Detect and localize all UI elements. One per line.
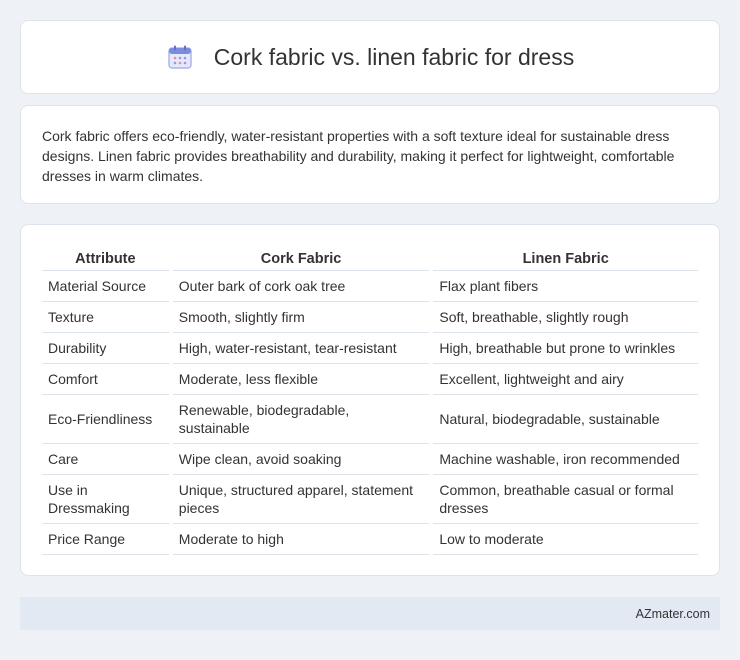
attribute-cell: Price Range <box>42 524 169 555</box>
footer: AZmater.com <box>20 597 720 630</box>
table-row: Care Wipe clean, avoid soaking Machine w… <box>42 444 698 475</box>
comparison-card: Attribute Cork Fabric Linen Fabric Mater… <box>20 224 720 576</box>
table-row: Eco-Friendliness Renewable, biodegradabl… <box>42 395 698 444</box>
linen-cell: Soft, breathable, slightly rough <box>433 302 698 333</box>
table-row: Use in Dressmaking Unique, structured ap… <box>42 475 698 524</box>
calendar-icon <box>166 43 194 71</box>
cork-cell: Outer bark of cork oak tree <box>172 271 430 302</box>
linen-cell: Flax plant fibers <box>433 271 698 302</box>
header-cork-fabric: Cork Fabric <box>172 245 430 271</box>
title-wrap: Cork fabric vs. linen fabric for dress <box>166 43 574 71</box>
attribute-cell: Texture <box>42 302 169 333</box>
cork-cell: Wipe clean, avoid soaking <box>172 444 430 475</box>
attribute-cell: Eco-Friendliness <box>42 395 169 444</box>
table-row: Texture Smooth, slightly firm Soft, brea… <box>42 302 698 333</box>
table-row: Material Source Outer bark of cork oak t… <box>42 271 698 302</box>
header-linen-fabric: Linen Fabric <box>433 245 698 271</box>
attribute-cell: Durability <box>42 333 169 364</box>
cork-cell: Unique, structured apparel, statement pi… <box>172 475 430 524</box>
table-header-row: Attribute Cork Fabric Linen Fabric <box>42 245 698 271</box>
cork-cell: Moderate to high <box>172 524 430 555</box>
linen-cell: Common, breathable casual or formal dres… <box>433 475 698 524</box>
cork-cell: High, water-resistant, tear-resistant <box>172 333 430 364</box>
cork-cell: Renewable, biodegradable, sustainable <box>172 395 430 444</box>
linen-cell: Natural, biodegradable, sustainable <box>433 395 698 444</box>
footer-site-link[interactable]: AZmater.com <box>636 607 710 621</box>
comparison-table: Attribute Cork Fabric Linen Fabric Mater… <box>38 245 702 555</box>
linen-cell: High, breathable but prone to wrinkles <box>433 333 698 364</box>
table-row: Price Range Moderate to high Low to mode… <box>42 524 698 555</box>
attribute-cell: Comfort <box>42 364 169 395</box>
page-title: Cork fabric vs. linen fabric for dress <box>213 43 575 70</box>
intro-paragraph: Cork fabric offers eco-friendly, water-r… <box>42 128 675 184</box>
cork-cell: Moderate, less flexible <box>172 364 430 395</box>
intro-card: Cork fabric offers eco-friendly, water-r… <box>20 105 720 204</box>
attribute-cell: Material Source <box>42 271 169 302</box>
table-row: Comfort Moderate, less flexible Excellen… <box>42 364 698 395</box>
linen-cell: Excellent, lightweight and airy <box>433 364 698 395</box>
title-card: Cork fabric vs. linen fabric for dress <box>20 20 720 94</box>
attribute-cell: Care <box>42 444 169 475</box>
cork-cell: Smooth, slightly firm <box>172 302 430 333</box>
linen-cell: Low to moderate <box>433 524 698 555</box>
attribute-cell: Use in Dressmaking <box>42 475 169 524</box>
header-attribute: Attribute <box>42 245 169 271</box>
table-row: Durability High, water-resistant, tear-r… <box>42 333 698 364</box>
linen-cell: Machine washable, iron recommended <box>433 444 698 475</box>
